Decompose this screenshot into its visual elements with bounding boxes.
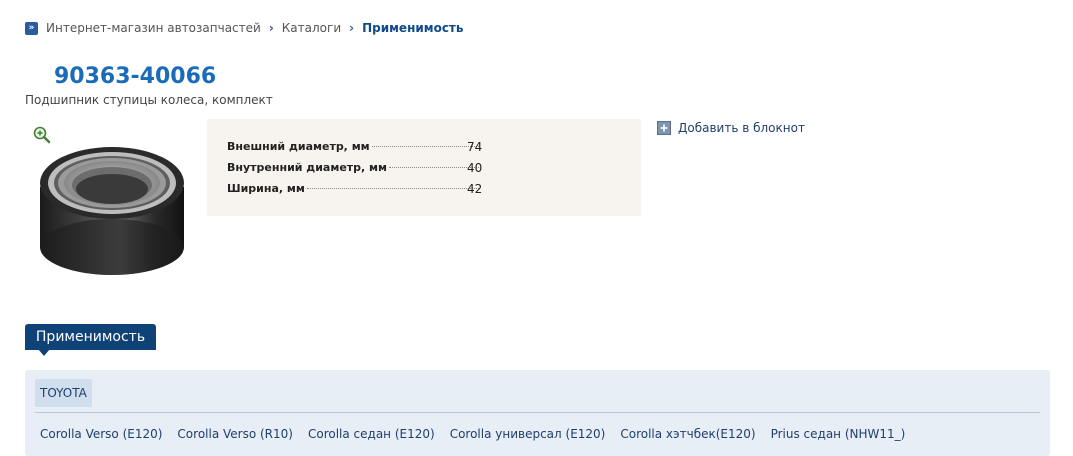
add-note-icon [657,121,671,135]
model-link[interactable]: Corolla универсал (E120) [450,427,606,441]
spec-dots [306,188,479,189]
breadcrumb-link-shop[interactable]: Интернет-магазин автозапчастей [46,21,261,35]
part-description: Подшипник ступицы колеса, комплект [25,93,273,107]
add-to-notebook-label: Добавить в блокнот [678,121,805,135]
breadcrumb: » Интернет-магазин автозапчастей › Катал… [25,21,463,35]
breadcrumb-link-catalogs[interactable]: Каталоги [282,21,341,35]
breadcrumb-current: Применимость [362,21,464,35]
spec-value: 40 [467,161,483,175]
divider [35,412,1040,413]
chevron-right-icon: › [349,21,355,35]
product-image[interactable] [32,125,192,280]
model-link[interactable]: Corolla хэтчбек(E120) [620,427,755,441]
tab-arrow [38,349,50,356]
spec-label: Ширина, мм [227,182,305,195]
model-link[interactable]: Corolla седан (E120) [308,427,435,441]
spec-label: Внутренний диаметр, мм [227,161,388,174]
spec-dots [389,167,479,168]
bearing-image [40,147,184,275]
model-link[interactable]: Prius седан (NHW11_) [771,427,906,441]
spec-value: 74 [467,140,483,154]
spec-row: Внутренний диаметр, мм 40 [227,161,483,175]
chevron-right-icon: › [268,21,274,35]
page-title: 90363-40066 [54,64,217,89]
model-list: Corolla Verso (E120) Corolla Verso (R10)… [40,427,920,441]
spec-label: Внешний диаметр, мм [227,140,370,153]
applicability-panel: TOYOTA Corolla Verso (E120) Corolla Vers… [25,370,1050,456]
model-link[interactable]: Corolla Verso (R10) [177,427,293,441]
brand-toyota[interactable]: TOYOTA [35,379,92,407]
spec-dots [371,146,479,147]
model-link[interactable]: Corolla Verso (E120) [40,427,162,441]
add-to-notebook-button[interactable]: Добавить в блокнот [657,121,805,135]
zoom-icon[interactable] [32,125,52,145]
spec-row: Ширина, мм 42 [227,182,483,196]
spec-value: 42 [467,182,483,196]
specs-panel: Внешний диаметр, мм 74 Внутренний диамет… [207,119,641,216]
breadcrumb-home-icon[interactable]: » [25,21,38,35]
spec-row: Внешний диаметр, мм 74 [227,140,483,154]
tab-applicability[interactable]: Применимость [25,324,156,350]
